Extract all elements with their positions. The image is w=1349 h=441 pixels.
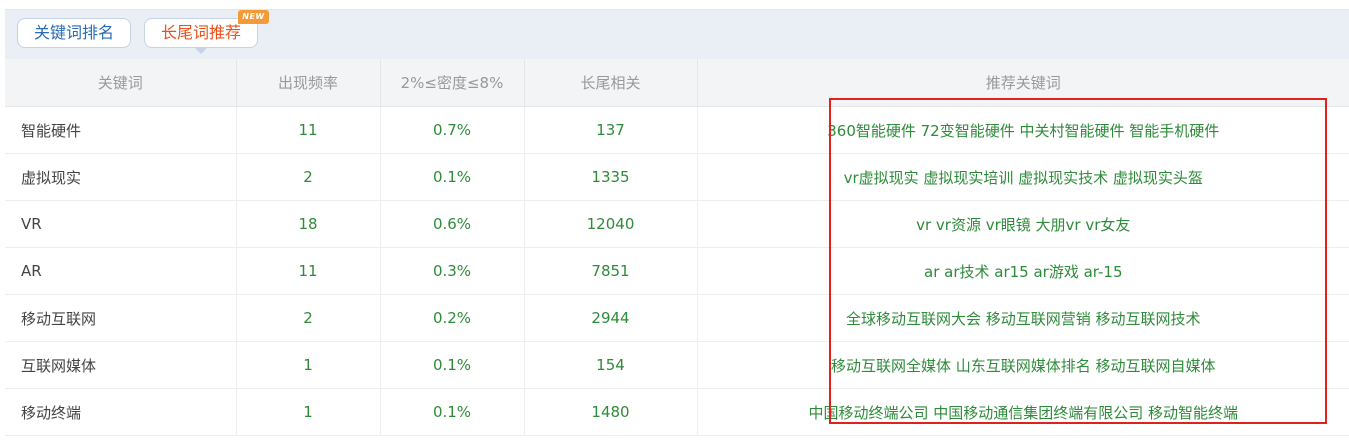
tab-keyword-ranking[interactable]: 关键词排名 xyxy=(17,18,131,48)
cell-recommend[interactable]: vr vr资源 vr眼镜 大朋vr vr女友 xyxy=(697,200,1349,248)
cell-recommend[interactable]: 移动互联网全媒体 山东互联网媒体排名 移动互联网自媒体 xyxy=(697,341,1349,389)
cell-longtail: 12040 xyxy=(524,200,698,248)
header-density: 2%≤密度≤8% xyxy=(380,59,525,107)
header-keyword: 关键词 xyxy=(5,59,237,107)
cell-density: 0.3% xyxy=(380,247,525,295)
tab-bar: 关键词排名 长尾词推荐 NEW xyxy=(5,9,1349,60)
table-row: 虚拟现实 2 0.1% 1335 vr虚拟现实 虚拟现实培训 虚拟现实技术 虚拟… xyxy=(5,153,1349,201)
table-row: VR 18 0.6% 12040 vr vr资源 vr眼镜 大朋vr vr女友 xyxy=(5,200,1349,248)
cell-keyword: 虚拟现实 xyxy=(5,153,237,201)
cell-density: 0.7% xyxy=(380,106,525,154)
cell-longtail: 7851 xyxy=(524,247,698,295)
header-recommend: 推荐关键词 xyxy=(697,59,1349,107)
cell-keyword: AR xyxy=(5,247,237,295)
cell-density: 0.1% xyxy=(380,341,525,389)
cell-longtail: 154 xyxy=(524,341,698,389)
cell-frequency: 11 xyxy=(236,106,381,154)
cell-frequency: 2 xyxy=(236,153,381,201)
cell-density: 0.2% xyxy=(380,294,525,342)
header-longtail: 长尾相关 xyxy=(524,59,698,107)
table-row: 互联网媒体 1 0.1% 154 移动互联网全媒体 山东互联网媒体排名 移动互联… xyxy=(5,341,1349,389)
cell-recommend[interactable]: ar ar技术 ar15 ar游戏 ar-15 xyxy=(697,247,1349,295)
table-row: 移动终端 1 0.1% 1480 中国移动终端公司 中国移动通信集团终端有限公司… xyxy=(5,388,1349,436)
header-frequency: 出现频率 xyxy=(236,59,381,107)
table-row: 智能硬件 11 0.7% 137 360智能硬件 72变智能硬件 中关村智能硬件… xyxy=(5,106,1349,154)
cell-keyword: 移动终端 xyxy=(5,388,237,436)
active-tab-caret-icon xyxy=(195,48,207,54)
cell-recommend[interactable]: 360智能硬件 72变智能硬件 中关村智能硬件 智能手机硬件 xyxy=(697,106,1349,154)
cell-longtail: 1480 xyxy=(524,388,698,436)
cell-density: 0.1% xyxy=(380,153,525,201)
cell-density: 0.1% xyxy=(380,388,525,436)
tab-longtail-label: 长尾词推荐 xyxy=(160,23,241,42)
cell-frequency: 18 xyxy=(236,200,381,248)
cell-keyword: 移动互联网 xyxy=(5,294,237,342)
cell-keyword: VR xyxy=(5,200,237,248)
cell-longtail: 2944 xyxy=(524,294,698,342)
table-row: AR 11 0.3% 7851 ar ar技术 ar15 ar游戏 ar-15 xyxy=(5,247,1349,295)
cell-keyword: 智能硬件 xyxy=(5,106,237,154)
cell-frequency: 1 xyxy=(236,341,381,389)
cell-recommend[interactable]: 中国移动终端公司 中国移动通信集团终端有限公司 移动智能终端 xyxy=(697,388,1349,436)
table-row: 移动互联网 2 0.2% 2944 全球移动互联网大会 移动互联网营销 移动互联… xyxy=(5,294,1349,342)
cell-density: 0.6% xyxy=(380,200,525,248)
new-badge: NEW xyxy=(238,10,269,24)
cell-longtail: 137 xyxy=(524,106,698,154)
cell-frequency: 11 xyxy=(236,247,381,295)
cell-recommend[interactable]: 全球移动互联网大会 移动互联网营销 移动互联网技术 xyxy=(697,294,1349,342)
cell-frequency: 2 xyxy=(236,294,381,342)
table-header-row: 关键词 出现频率 2%≤密度≤8% 长尾相关 推荐关键词 xyxy=(5,59,1349,107)
cell-recommend[interactable]: vr虚拟现实 虚拟现实培训 虚拟现实技术 虚拟现实头盔 xyxy=(697,153,1349,201)
cell-frequency: 1 xyxy=(236,388,381,436)
cell-keyword: 互联网媒体 xyxy=(5,341,237,389)
cell-longtail: 1335 xyxy=(524,153,698,201)
keyword-table: 关键词 出现频率 2%≤密度≤8% 长尾相关 推荐关键词 智能硬件 11 0.7… xyxy=(5,59,1349,436)
